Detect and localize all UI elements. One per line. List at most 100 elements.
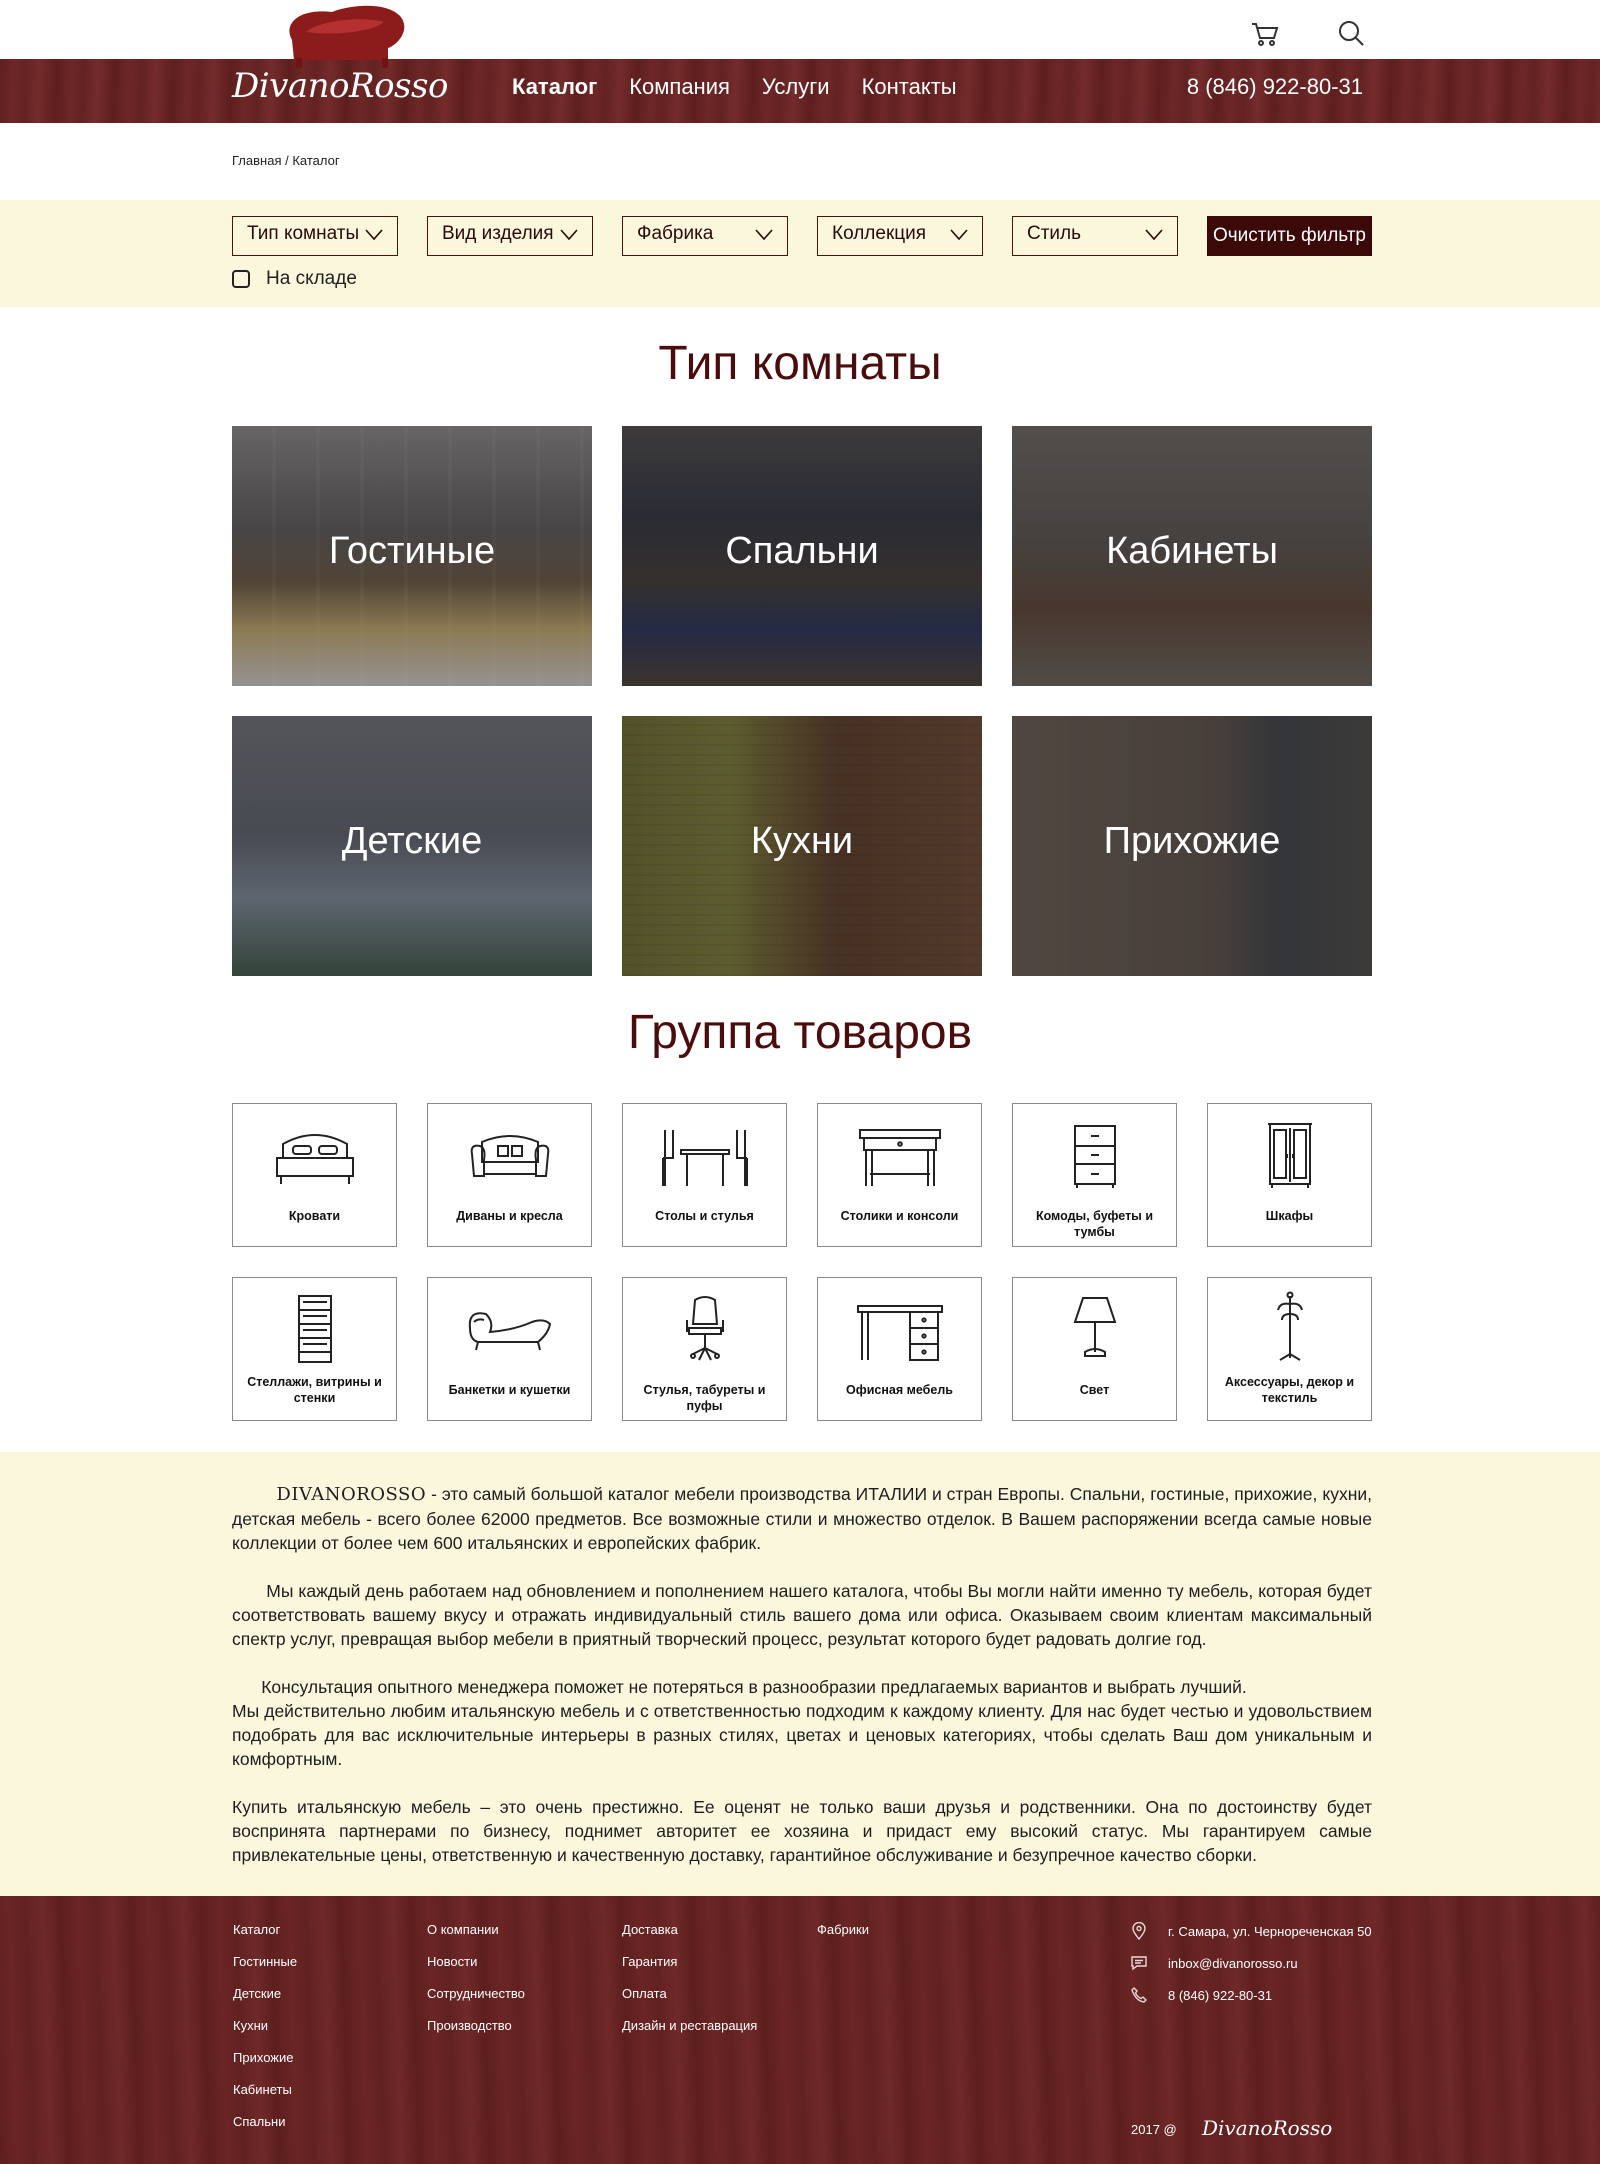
filter-collection[interactable]: Коллекция [817,216,983,256]
nav-services[interactable]: Услуги [762,74,830,100]
footer-link[interactable]: Гостинные [233,1954,297,1969]
footer-link[interactable]: Фабрики [817,1922,869,1937]
coat-rack-icon [1276,1291,1303,1361]
group-card-label: Банкетки и кушетки [448,1383,571,1397]
footer-link[interactable]: Гарантия [622,1954,757,1969]
about-brand: DIVANOROSSO [276,1484,427,1505]
group-card-label: Аксессуары, декор и текстиль [1224,1375,1355,1405]
wardrobe-icon [1267,1123,1312,1188]
search-icon[interactable] [1334,16,1368,50]
nav-contacts[interactable]: Контакты [862,74,957,100]
filter-factory[interactable]: Фабрика [622,216,788,256]
footer-link[interactable]: Производство [427,2018,525,2033]
footer-link[interactable]: Дизайн и реставрация [622,2018,757,2033]
footer-link[interactable]: Каталог [233,1922,297,1937]
filter-factory-label: Фабрика [637,223,714,244]
footer-link[interactable]: Кабинеты [233,2082,297,2097]
group-card-couches[interactable]: Банкетки и кушетки [427,1277,592,1421]
nav-company[interactable]: Компания [629,74,730,100]
room-tile-hallway[interactable]: Прихожие [1012,716,1372,976]
in-stock-checkbox[interactable] [232,270,250,288]
footer-col-catalog: Каталог Гостинные Детские Кухни Прихожие… [233,1922,297,2146]
bed-icon [275,1134,354,1184]
in-stock-label: На складе [266,268,357,289]
group-card-sofas[interactable]: Диваны и кресла [427,1103,592,1247]
filter-room-type[interactable]: Тип комнаты [232,216,398,256]
room-tile-label: Кабинеты [1106,530,1278,572]
room-tile-study[interactable]: Кабинеты [1012,426,1372,686]
footer-phone[interactable]: 8 (846) 922-80-31 [1130,1986,1272,2004]
group-card-shelving[interactable]: Стеллажи, витрины и стенки [232,1277,397,1421]
room-tile-living[interactable]: Гостиные [232,426,592,686]
footer-col-company: О компании Новости Сотрудничество Произв… [427,1922,525,2050]
group-card-dressers[interactable]: Комоды, буфеты и тумбы [1012,1103,1177,1247]
footer-phone-text: 8 (846) 922-80-31 [1168,1987,1273,2003]
filter-collection-label: Коллекция [832,223,927,244]
footer-link[interactable]: Доставка [622,1922,757,1937]
chevron-down-icon [1145,229,1163,241]
chevron-down-icon [755,229,773,241]
group-card-label: Офисная мебель [846,1383,953,1397]
room-tile-bedroom[interactable]: Спальни [622,426,982,686]
footer-link[interactable]: Спальни [233,2114,297,2129]
footer-link[interactable]: Детские [233,1986,297,2001]
footer-link[interactable]: Сотрудничество [427,1986,525,2001]
filter-style[interactable]: Стиль [1012,216,1178,256]
group-card-consoles[interactable]: Столики и консоли [817,1103,982,1247]
group-card-accessories[interactable]: Аксессуары, декор и текстиль [1207,1277,1372,1421]
filter-product-kind[interactable]: Вид изделия [427,216,593,256]
in-stock-checkbox-row[interactable]: На складе [232,268,357,290]
office-chair-icon [685,1296,724,1361]
about-p2: Мы каждый день работаем над обновлением … [232,1581,1372,1649]
group-card-label: Столики и консоли [840,1209,959,1223]
footer-col-factories: Фабрики [817,1922,869,1954]
cart-icon[interactable] [1248,16,1282,50]
chevron-down-icon [365,229,383,241]
room-tile-label: Детские [341,820,483,862]
about-paragraph-2: Мы каждый день работаем над обновлением … [232,1579,1372,1651]
chevron-down-icon [560,229,578,241]
room-type-title: Тип комнаты [658,337,942,390]
room-tile-label: Кухни [750,820,854,862]
page: { "header": { "logo_text": "DivanoRosso"… [0,0,1600,2164]
clear-filter-button[interactable]: Очистить фильтр [1207,216,1372,256]
group-card-lighting[interactable]: Свет [1012,1277,1177,1421]
footer-col-services: Доставка Гарантия Оплата Дизайн и рестав… [622,1922,757,2050]
about-paragraph-1: DIVANOROSSO - это самый большой каталог … [232,1482,1372,1555]
nav-catalog[interactable]: Каталог [512,74,597,100]
group-card-label: Диваны и кресла [456,1209,563,1223]
group-card-beds[interactable]: Кровати [232,1103,397,1247]
footer-link[interactable]: Прихожие [233,2050,297,2065]
product-group-title: Группа товаров [627,1006,973,1059]
group-card-office[interactable]: Офисная мебель [817,1277,982,1421]
group-card-wardrobes[interactable]: Шкафы [1207,1103,1372,1247]
logo-wordmark: DivanoRosso [232,66,448,106]
about-section: DIVANOROSSO - это самый большой каталог … [0,1452,1600,1896]
sofa-icon [470,1135,549,1177]
filter-room-type-label: Тип комнаты [247,223,360,244]
filter-product-kind-label: Вид изделия [442,223,554,244]
footer-link[interactable]: О компании [427,1922,525,1937]
footer-link[interactable]: Новости [427,1954,525,1969]
footer-link[interactable]: Кухни [233,2018,297,2033]
footer-email[interactable]: inbox@divanorosso.ru [1130,1954,1298,1972]
room-tile-kids[interactable]: Детские [232,716,592,976]
console-table-icon [858,1129,941,1186]
room-tile-label: Гостиные [328,530,496,572]
breadcrumb[interactable]: Главная / Каталог [232,153,340,168]
room-tile-kitchen[interactable]: Кухни [622,716,982,976]
header-phone[interactable]: 8 (846) 922-80-31 [1187,74,1363,100]
location-pin-icon [1132,1922,1146,1940]
phone-icon [1131,1987,1147,2003]
group-card-label: Комоды, буфеты и тумбы [1035,1209,1154,1239]
group-card-label: Кровати [288,1209,341,1223]
group-card-chairs[interactable]: Стулья, табуреты и пуфы [622,1277,787,1421]
footer-link[interactable]: Оплата [622,1986,757,2001]
group-card-tables-chairs[interactable]: Столы и стулья [622,1103,787,1247]
footer-email-text: inbox@divanorosso.ru [1168,1955,1298,1971]
footer-address: г. Самара, ул. Чернореченская 50 [1130,1922,1372,1940]
footer-logo[interactable]: DivanoRosso [1202,2116,1332,2140]
filter-style-label: Стиль [1027,223,1082,244]
site-logo[interactable]: DivanoRosso [230,0,460,112]
group-card-label: Стулья, табуреты и пуфы [643,1383,766,1413]
